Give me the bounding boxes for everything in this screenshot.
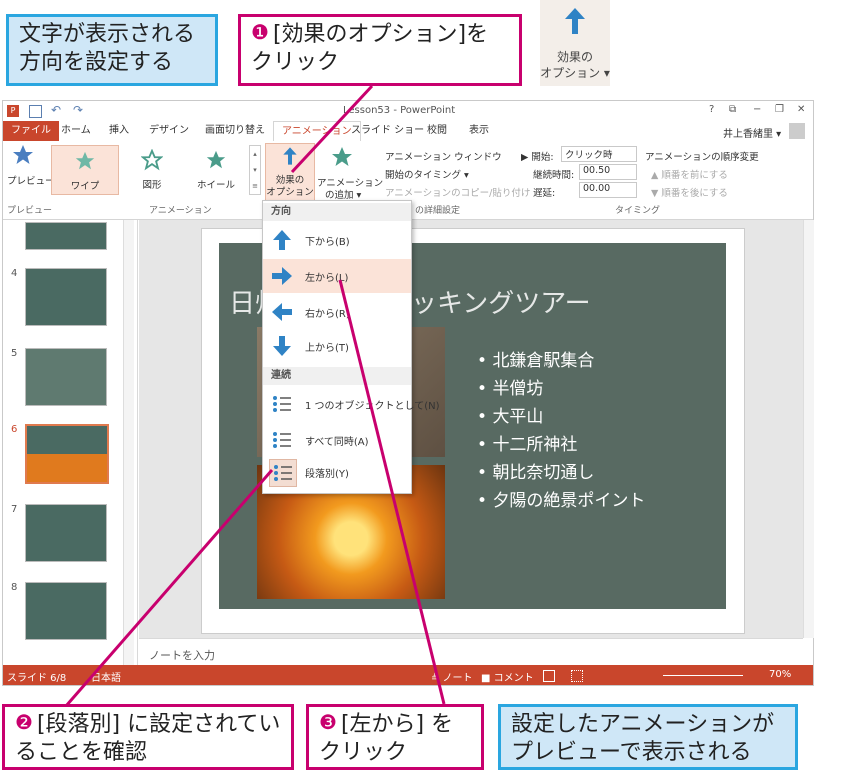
pointer-line-step2 — [64, 469, 274, 707]
pointer-line-step3 — [338, 279, 446, 705]
step-number: ❷ — [15, 710, 33, 734]
callout-pointer-lines — [64, 84, 446, 707]
step-number: ❸ — [319, 710, 337, 734]
callout-step2: ❷ [段落別] に設定されていることを確認 — [2, 704, 294, 770]
pointer-line-step1 — [290, 84, 374, 174]
callout-preview-info: 設定したアニメーションがプレビューで表示される — [498, 704, 798, 770]
callout-text: [段落別] に設定されていることを確認 — [15, 712, 281, 765]
callout-text: 設定したアニメーションがプレビューで表示される — [511, 712, 775, 765]
callout-text: [左から] をクリック — [319, 712, 454, 765]
callout-step3: ❸ [左から] をクリック — [306, 704, 484, 770]
